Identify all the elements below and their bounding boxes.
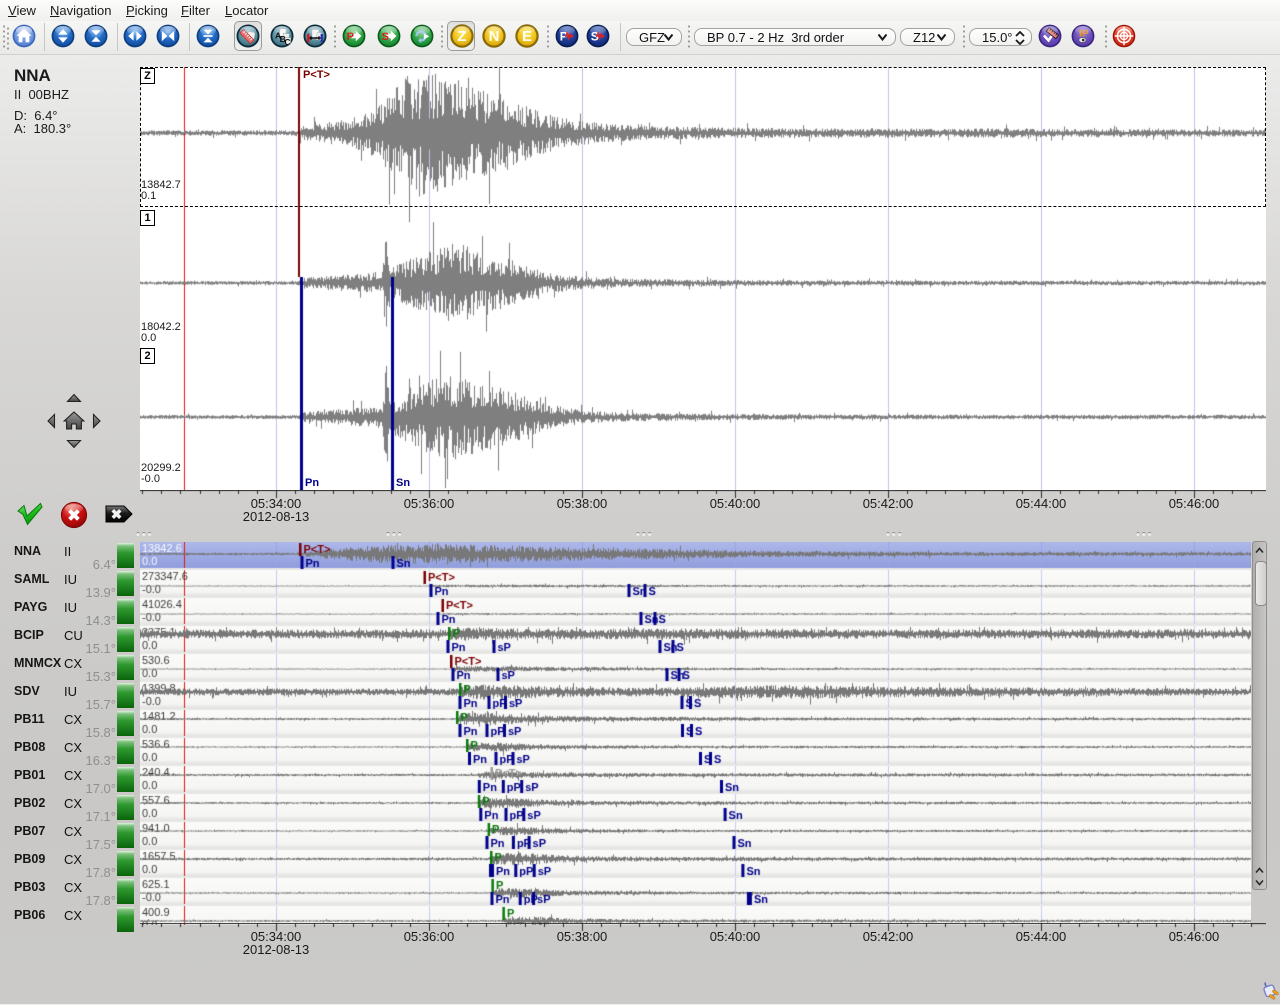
svg-text:C: C xyxy=(284,37,290,47)
